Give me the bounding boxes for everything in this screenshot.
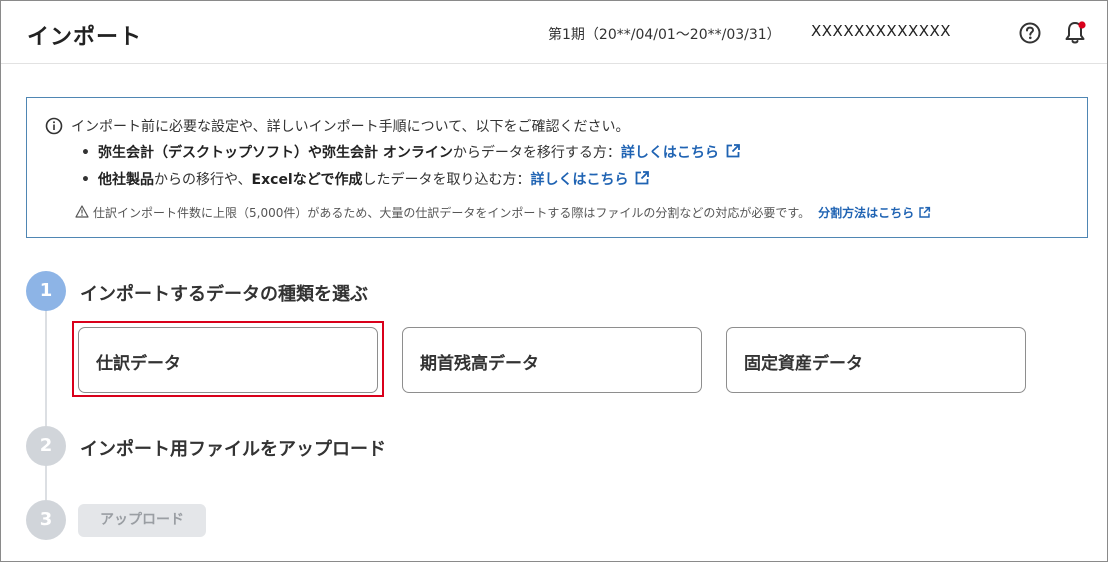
info-bullet-yayoi: • 弥生会計（デスクトップソフト）や弥生会計 オンラインからデータを移行する方：詳… [81,142,741,162]
import-limit-warning: 仕訳インポート件数に上限（5,000件）があるため、大量の仕訳データをインポート… [75,204,931,221]
upload-button[interactable]: アップロード [78,504,206,537]
page-title: インポート [27,25,143,50]
link-label[interactable]: 分割方法はこちら [818,206,914,220]
step-1-label: インポートするデータの種類を選ぶ [80,284,368,305]
bullet-text: からの移行や、 [153,172,252,188]
page-header: インポート 第1期（20**/04/01〜20**/03/31） XXXXXXX… [1,1,1107,64]
data-type-fixed-assets-button[interactable]: 固定資産データ [726,327,1026,393]
company-name: XXXXXXXXXXXXX [811,22,952,40]
bell-icon[interactable] [1063,20,1087,46]
bullet-bold-text: 他社製品 [97,172,154,188]
bullet-text: からデータを移行する方： [452,145,621,161]
step-2-indicator: 2 [26,426,66,466]
selection-highlight [72,321,384,397]
bullet-bold-text: Excelなどで作成 [251,172,363,188]
step-2-label: インポート用ファイルをアップロード [80,439,386,460]
data-type-label: 期首残高データ [420,354,539,374]
data-type-label: 固定資産データ [744,354,863,374]
bullet-bold-text: 弥生会計（デスクトップソフト）や弥生会計 オンライン [97,145,453,161]
stepper-connector [45,310,47,525]
info-panel: インポート前に必要な設定や、詳しいインポート手順について、以下をご確認ください。… [26,97,1088,238]
step-1-indicator: 1 [26,271,66,311]
warning-icon [75,205,89,218]
bullet-text: したデータを取り込む方： [362,172,531,188]
fiscal-period: 第1期（20**/04/01〜20**/03/31） [548,27,781,43]
warning-text: 仕訳インポート件数に上限（5,000件）があるため、大量の仕訳データをインポート… [93,206,811,220]
external-link-icon[interactable] [918,206,931,219]
data-type-opening-balance-button[interactable]: 期首残高データ [402,327,702,393]
info-icon [45,117,63,135]
details-link-yayoi[interactable]: 詳しくはこちら [621,143,741,161]
details-link-other[interactable]: 詳しくはこちら [530,170,650,188]
info-bullet-other: • 他社製品からの移行や、Excelなどで作成したデータを取り込む方：詳しくはこち… [81,169,650,189]
external-link-icon[interactable] [634,170,650,186]
help-circle-icon[interactable] [1019,22,1041,44]
info-intro: インポート前に必要な設定や、詳しいインポート手順について、以下をご確認ください。 [71,119,630,135]
external-link-icon[interactable] [725,143,741,159]
split-method-link[interactable]: 分割方法はこちら [818,206,931,220]
link-label[interactable]: 詳しくはこちら [530,172,628,188]
step-3-indicator: 3 [26,500,66,540]
link-label[interactable]: 詳しくはこちら [621,145,719,161]
